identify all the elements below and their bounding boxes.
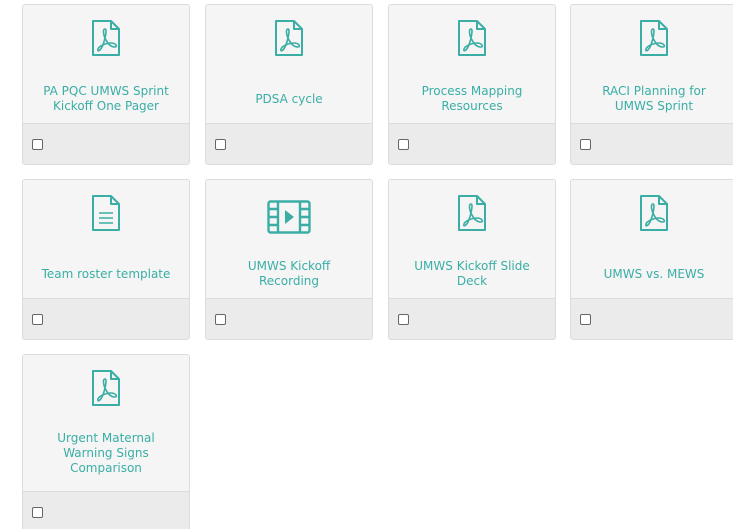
pdf-icon [458,195,486,231]
card-body: Process Mapping Resources [389,5,555,123]
card-footer [23,491,189,529]
pdf-icon [640,20,668,56]
card-title: Process Mapping Resources [421,84,523,113]
resource-card-raci-planning[interactable]: RACI Planning for UMWS Sprint [570,4,733,165]
card-body: RACI Planning for UMWS Sprint [571,5,733,123]
card-title: Urgent Maternal Warning Signs Comparison [57,431,155,475]
resource-card-kickoff-slide-deck[interactable]: UMWS Kickoff Slide Deck [388,179,556,340]
document-icon [92,195,120,231]
card-footer [389,298,555,339]
resource-card-team-roster[interactable]: Team roster template [22,179,190,340]
pdf-icon [640,195,668,231]
resource-card-kickoff-recording[interactable]: UMWS Kickoff Recording [205,179,373,340]
select-checkbox[interactable] [32,314,43,325]
resource-card-urgent-maternal[interactable]: Urgent Maternal Warning Signs Comparison [22,354,190,529]
card-title: UMWS vs. MEWS [603,267,705,281]
select-checkbox[interactable] [215,139,226,150]
select-checkbox[interactable] [32,507,43,518]
card-title: UMWS Kickoff Slide Deck [414,259,530,288]
card-footer [206,123,372,164]
card-title: UMWS Kickoff Recording [247,259,331,288]
select-checkbox[interactable] [580,139,591,150]
card-body: UMWS Kickoff Recording [206,180,372,298]
resource-card-process-mapping[interactable]: Process Mapping Resources [388,4,556,165]
video-icon [267,200,311,234]
pdf-icon [275,20,303,56]
card-footer [389,123,555,164]
card-title: RACI Planning for UMWS Sprint [602,84,706,113]
select-checkbox[interactable] [580,314,591,325]
resource-card-umws-vs-mews[interactable]: UMWS vs. MEWS [570,179,733,340]
card-body: Urgent Maternal Warning Signs Comparison [23,355,189,491]
card-footer [571,298,733,339]
select-checkbox[interactable] [398,314,409,325]
card-body: UMWS vs. MEWS [571,180,733,298]
card-footer [206,298,372,339]
card-footer [23,123,189,164]
card-title: PDSA cycle [255,92,323,106]
resource-card-pa-pqc[interactable]: PA PQC UMWS Sprint Kickoff One Pager [22,4,190,165]
resource-grid: PA PQC UMWS Sprint Kickoff One Pager PDS… [0,0,733,529]
select-checkbox[interactable] [32,139,43,150]
pdf-icon [458,20,486,56]
card-body: PDSA cycle [206,5,372,123]
card-title: Team roster template [41,267,171,281]
resource-card-pdsa-cycle[interactable]: PDSA cycle [205,4,373,165]
card-body: Team roster template [23,180,189,298]
card-body: PA PQC UMWS Sprint Kickoff One Pager [23,5,189,123]
card-footer [571,123,733,164]
card-footer [23,298,189,339]
pdf-icon [92,20,120,56]
select-checkbox[interactable] [398,139,409,150]
select-checkbox[interactable] [215,314,226,325]
card-title: PA PQC UMWS Sprint Kickoff One Pager [43,84,169,113]
card-body: UMWS Kickoff Slide Deck [389,180,555,298]
pdf-icon [92,370,120,406]
